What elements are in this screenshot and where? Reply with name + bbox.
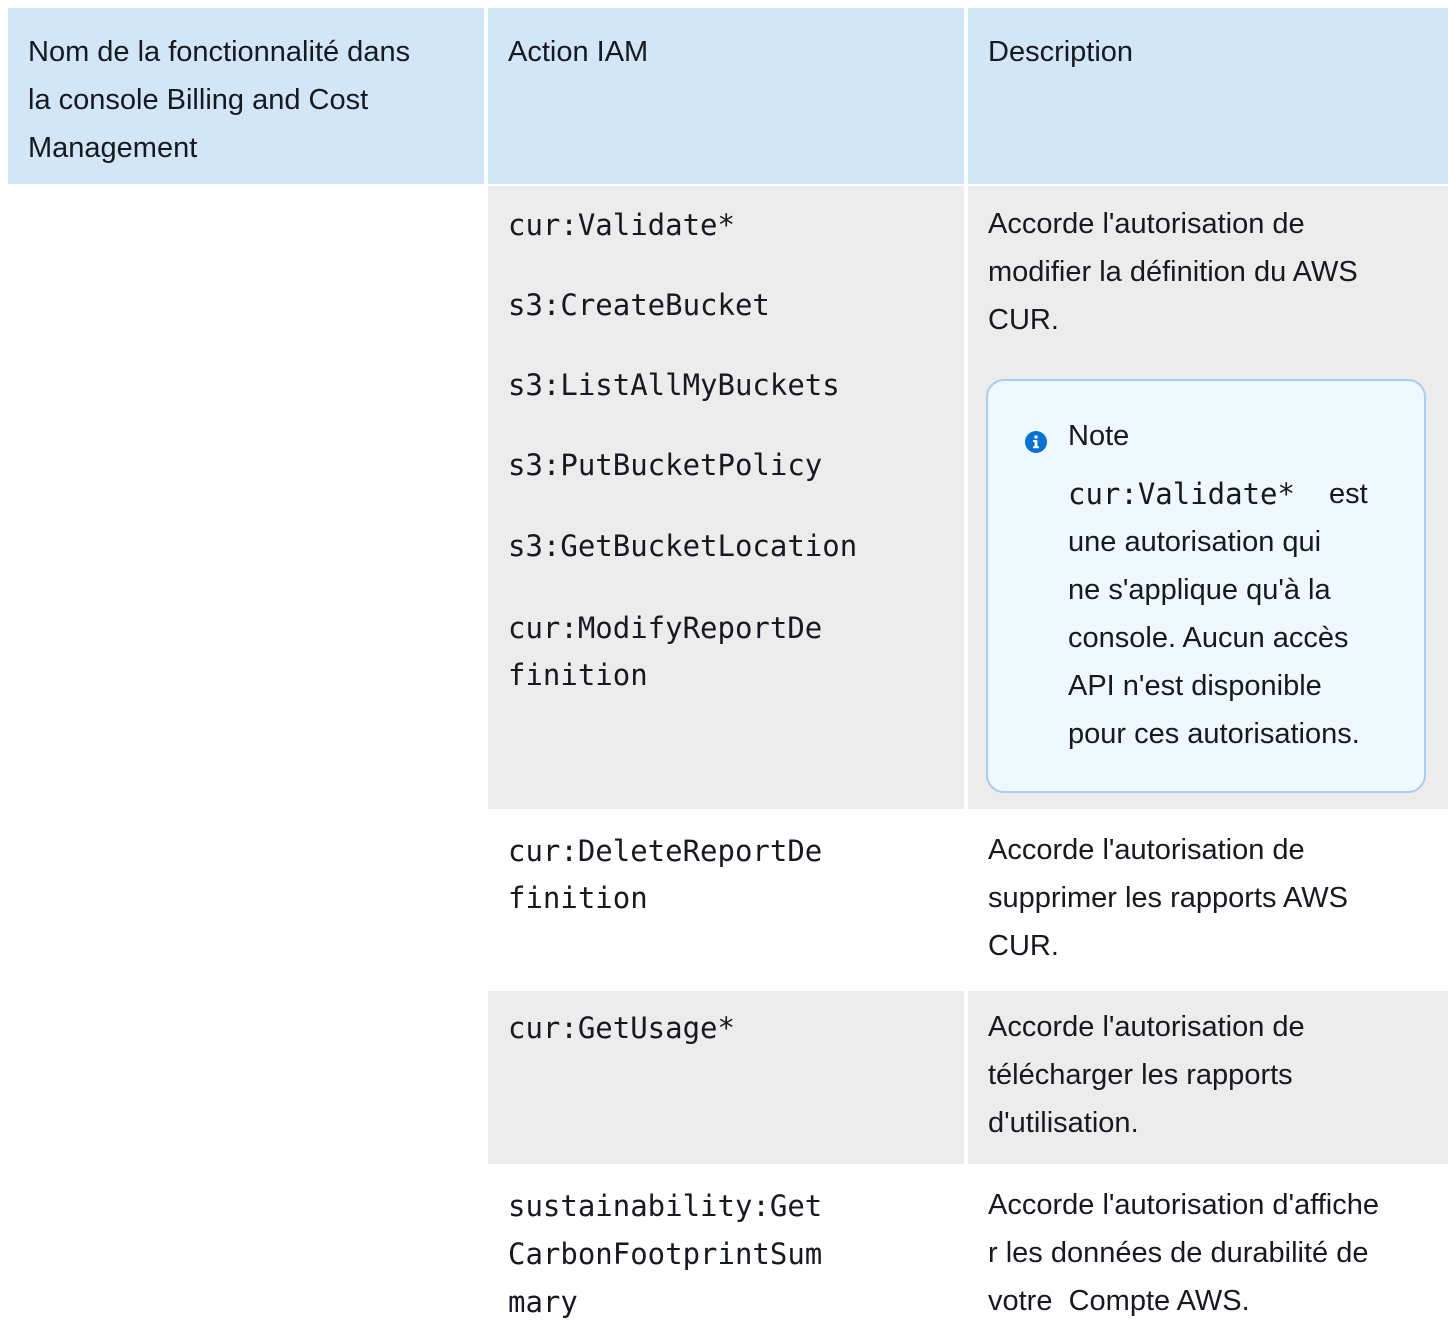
description-line: d'utilisation. [988,1107,1139,1139]
header-feature-line: Management [28,132,198,164]
iam-action: finition [508,881,648,915]
header-feature-name: Nom de la fonctionnalité dans la console… [8,8,484,184]
iam-action: s3:PutBucketPolicy [508,448,823,482]
description-line: Accorde l'autorisation de [988,208,1305,240]
description-line: Accorde l'autorisation de [988,834,1305,866]
iam-action: finition [508,658,648,692]
header-iam-action-label: Action IAM [508,36,649,68]
note-title: Note [1068,420,1130,452]
description-line: CUR. [988,930,1059,962]
header-description: Description [968,8,1448,184]
row1-action-cell [488,186,964,809]
iam-action: sustainability:Get [508,1189,823,1223]
header-iam-action: Action IAM [488,8,964,184]
note-code: cur:Validate* [1068,477,1295,511]
iam-action: mary [508,1285,578,1319]
description-line: r les données de durabilité de [988,1237,1369,1269]
note-text-line: API n'est disponible [1068,670,1322,702]
iam-action: cur:GetUsage* [508,1011,735,1045]
note-text-line: console. Aucun accès [1068,622,1349,654]
header-description-label: Description [988,36,1134,68]
iam-action: CarbonFootprintSum [508,1237,823,1271]
iam-action: cur:Validate* [508,208,735,242]
iam-action: s3:ListAllMyBuckets [508,368,840,402]
description-line: supprimer les rapports AWS [988,882,1348,914]
description-line: modifier la définition du AWS [988,256,1358,288]
header-feature-line: Nom de la fonctionnalité dans [28,36,411,68]
iam-action: s3:GetBucketLocation [508,529,858,563]
description-line: Accorde l'autorisation d'affiche [988,1189,1379,1221]
info-icon [1025,431,1047,453]
iam-action: cur:ModifyReportDe [508,611,823,645]
description-line: Accorde l'autorisation de [988,1011,1305,1043]
note-text-line: une autorisation qui [1068,526,1322,558]
description-line: télécharger les rapports [988,1059,1293,1091]
iam-action: s3:CreateBucket [508,288,770,322]
iam-action: cur:DeleteReportDe [508,834,823,868]
note-text-line: pour ces autorisations. [1068,718,1360,750]
description-line: CUR. [988,304,1059,336]
note-text-line: ne s'applique qu'à la [1068,574,1331,606]
note-text-line: est [1329,478,1368,510]
header-feature-line: la console Billing and Cost [28,84,369,116]
description-line: votre Compte AWS. [988,1285,1250,1317]
